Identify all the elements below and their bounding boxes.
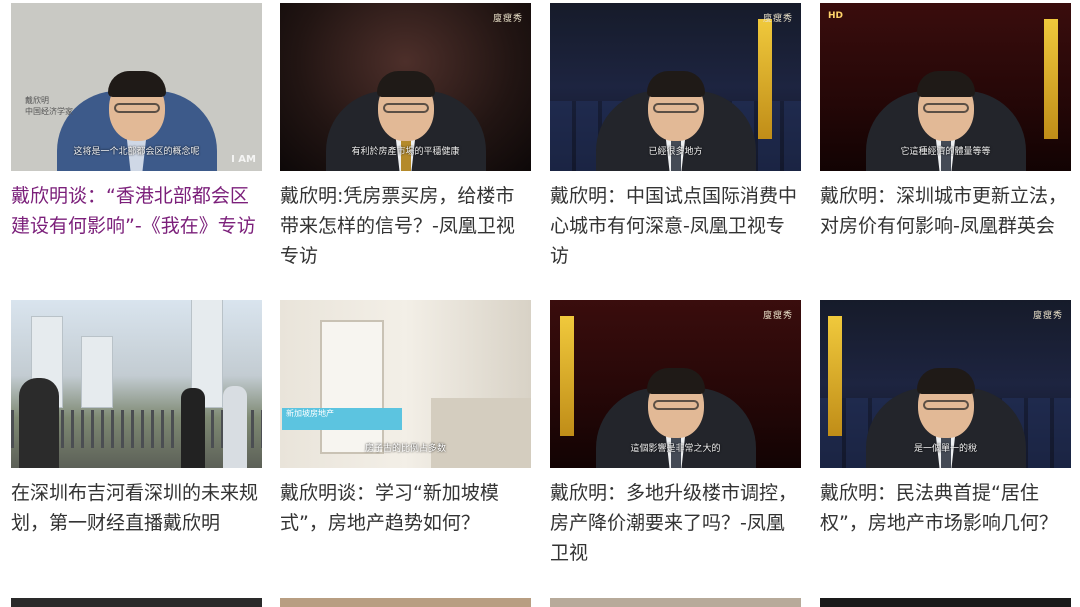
video-thumbnail[interactable]: 廋瘦秀 是一個單一的稅 bbox=[820, 300, 1071, 468]
video-thumbnail[interactable]: 戴欣明 中国经济学家 这将是一个北部都会区的概念呢 I AM bbox=[11, 3, 262, 171]
thumbnail-caption: 是一個單一的稅 bbox=[913, 444, 977, 454]
thumbnail-caption: 已經很多地方 bbox=[648, 147, 703, 157]
video-card[interactable]: HD 它這種經濟的體量等等 戴欣明：深圳城市更新立法，对房价有何影响-凤凰群英会 bbox=[820, 3, 1071, 241]
video-thumbnail-partial[interactable] bbox=[550, 598, 801, 607]
video-title[interactable]: 戴欣明：深圳城市更新立法，对房价有何影响-凤凰群英会 bbox=[820, 181, 1071, 241]
name-tag: 戴欣明 中国经济学家 bbox=[25, 96, 73, 116]
video-title[interactable]: 戴欣明：民法典首提“居住权”，房地产市场影响几何？ bbox=[820, 478, 1071, 538]
thumbnail-caption: 这将是一个北部都会区的概念呢 bbox=[73, 147, 200, 157]
host-figure bbox=[223, 386, 247, 468]
video-thumbnail[interactable]: 廋瘦秀 已經很多地方 bbox=[550, 3, 801, 171]
video-card[interactable]: 廋瘦秀 有利於房產市場的平穩健康 戴欣明:凭房票买房，给楼市带来怎样的信号？-凤… bbox=[280, 3, 531, 271]
thumbnail-caption: 房子古的比例占多数 bbox=[364, 444, 446, 454]
speaker-figure bbox=[181, 388, 205, 468]
video-card[interactable]: 廋瘦秀 是一個單一的稅 戴欣明：民法典首提“居住权”，房地产市场影响几何？ bbox=[820, 300, 1071, 538]
channel-logo: 廋瘦秀 bbox=[1032, 311, 1063, 321]
video-grid: 戴欣明 中国经济学家 这将是一个北部都会区的概念呢 I AM 戴欣明谈：“香港北… bbox=[0, 0, 1080, 607]
video-thumbnail[interactable]: 廋瘦秀 這個影響是非常之大的 bbox=[550, 300, 801, 468]
video-title[interactable]: 戴欣明：多地升级楼市调控，房产降价潮要来了吗？-凤凰卫视 bbox=[550, 478, 801, 568]
video-title[interactable]: 戴欣明谈：学习“新加坡模式”，房地产趋势如何？ bbox=[280, 478, 531, 538]
counter bbox=[431, 398, 531, 468]
program-banner bbox=[1044, 19, 1058, 139]
channel-logo: 廋瘦秀 bbox=[762, 311, 793, 321]
video-thumbnail-partial[interactable] bbox=[820, 598, 1071, 607]
thumbnail-caption: 它這種經濟的體量等等 bbox=[900, 147, 991, 157]
video-card[interactable]: 在深圳布吉河看深圳的未来规划，第一财经直播戴欣明 bbox=[11, 300, 262, 538]
video-thumbnail[interactable]: 廋瘦秀 有利於房產市場的平穩健康 bbox=[280, 3, 531, 171]
channel-logo: I AM bbox=[231, 154, 256, 165]
channel-logo: 廋瘦秀 bbox=[762, 14, 793, 24]
info-overlay: 新加坡房地产 bbox=[282, 408, 402, 430]
program-banner bbox=[828, 316, 842, 436]
video-thumbnail[interactable]: 新加坡房地产 房子古的比例占多数 bbox=[280, 300, 531, 468]
video-thumbnail-partial[interactable] bbox=[280, 598, 531, 607]
video-thumbnail-partial[interactable] bbox=[11, 598, 262, 607]
thumbnail-caption: 有利於房產市場的平穩健康 bbox=[351, 147, 460, 157]
channel-logo: 廋瘦秀 bbox=[492, 14, 523, 24]
video-card[interactable]: 戴欣明 中国经济学家 这将是一个北部都会区的概念呢 I AM 戴欣明谈：“香港北… bbox=[11, 3, 262, 241]
video-title[interactable]: 戴欣明：中国试点国际消费中心城市有何深意-凤凰卫视专访 bbox=[550, 181, 801, 271]
video-thumbnail[interactable] bbox=[11, 300, 262, 468]
program-banner bbox=[560, 316, 574, 436]
thumbnail-caption: 這個影響是非常之大的 bbox=[630, 444, 721, 454]
video-title[interactable]: 戴欣明谈：“香港北部都会区建设有何影响”-《我在》专访 bbox=[11, 181, 262, 241]
video-card[interactable]: 廋瘦秀 這個影響是非常之大的 戴欣明：多地升级楼市调控，房产降价潮要来了吗？-凤… bbox=[550, 300, 801, 568]
program-banner bbox=[758, 19, 772, 139]
camera-operator bbox=[19, 378, 59, 468]
video-title[interactable]: 在深圳布吉河看深圳的未来规划，第一财经直播戴欣明 bbox=[11, 478, 262, 538]
video-thumbnail[interactable]: HD 它這種經濟的體量等等 bbox=[820, 3, 1071, 171]
video-card[interactable]: 廋瘦秀 已經很多地方 戴欣明：中国试点国际消费中心城市有何深意-凤凰卫视专访 bbox=[550, 3, 801, 271]
video-card[interactable]: 新加坡房地产 房子古的比例占多数 戴欣明谈：学习“新加坡模式”，房地产趋势如何？ bbox=[280, 300, 531, 538]
video-title[interactable]: 戴欣明:凭房票买房，给楼市带来怎样的信号？-凤凰卫视专访 bbox=[280, 181, 531, 271]
channel-logo: HD bbox=[828, 11, 844, 21]
